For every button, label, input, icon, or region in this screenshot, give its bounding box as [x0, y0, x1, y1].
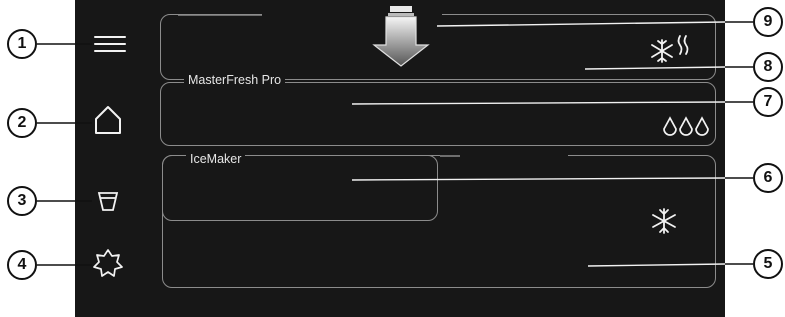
callout-6: 6 — [753, 163, 783, 193]
snowflake-wave-icon — [651, 35, 689, 63]
callout-4: 4 — [7, 250, 37, 280]
callout-8: 8 — [753, 52, 783, 82]
callout-5: 5 — [753, 249, 783, 279]
star-badge-icon — [93, 249, 123, 277]
callout-2: 2 — [7, 108, 37, 138]
callout-7: 7 — [753, 87, 783, 117]
menu-icon — [94, 36, 126, 52]
drink-cup-icon — [97, 192, 119, 211]
callout-1: 1 — [7, 29, 37, 59]
callout-9: 9 — [753, 7, 783, 37]
snowflake-icon — [652, 208, 676, 234]
home-icon — [95, 106, 121, 134]
callout-3: 3 — [7, 186, 37, 216]
humidity-drops-icon — [663, 116, 709, 136]
